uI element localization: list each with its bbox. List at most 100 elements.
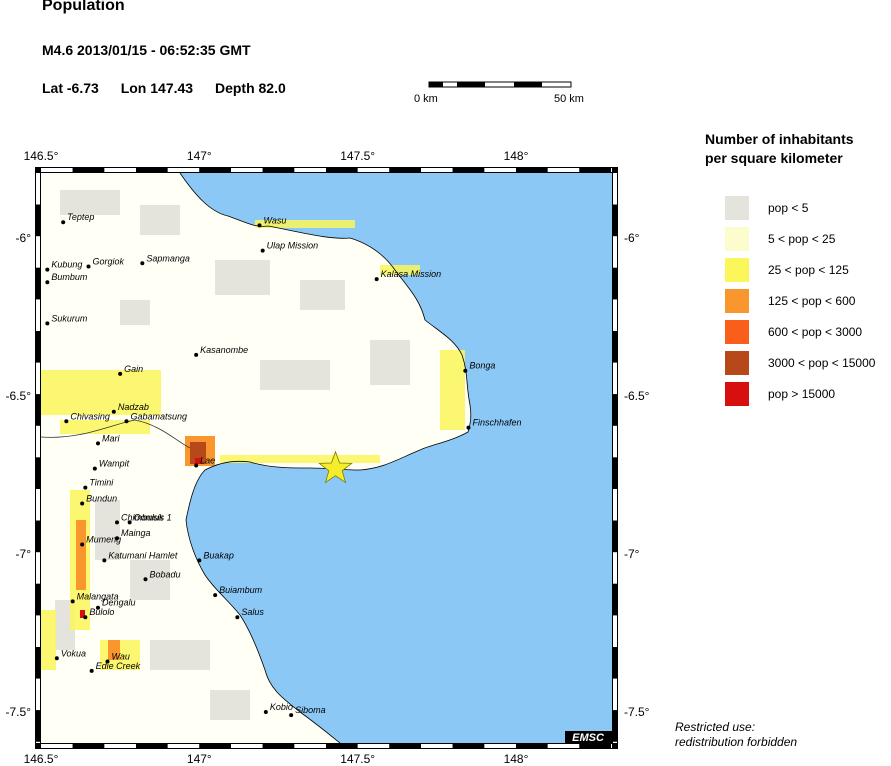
frame-segment: [613, 678, 617, 711]
frame-segment: [613, 552, 617, 584]
place-label: Gain: [124, 364, 143, 374]
place-label: Buiambum: [219, 585, 263, 595]
lon-tick-label-bottom: 147°: [187, 752, 212, 766]
legend-item: pop > 15000: [725, 382, 835, 406]
frame-segment: [613, 394, 617, 426]
frame-segment: [613, 362, 617, 395]
lat-tick-label-left: -7°: [16, 547, 32, 561]
frame-segment: [36, 457, 40, 489]
frame-segment: [613, 236, 617, 268]
place-label: Wampit: [99, 459, 130, 469]
restriction-line1: Restricted use:: [675, 720, 756, 734]
lon-tick-label-bottom: 146.5°: [24, 752, 59, 766]
place-dot: [124, 419, 129, 424]
legend-label: pop > 15000: [768, 387, 836, 401]
frame-segment: [36, 204, 40, 237]
place-dot: [197, 558, 202, 563]
place-dot: [80, 501, 85, 506]
frame-segment: [36, 741, 40, 743]
legend-item: pop < 5: [725, 196, 808, 220]
place-label: Bonga: [469, 361, 495, 371]
legend-title-line1: Number of inhabitants: [705, 131, 854, 147]
place-dot: [263, 710, 268, 714]
restriction-line2: redistribution forbidden: [675, 735, 798, 749]
frame-segment: [231, 744, 263, 748]
frame-segment: [104, 744, 136, 748]
frame-segment: [72, 744, 105, 748]
frame-segment: [613, 520, 617, 553]
frame-segment: [36, 489, 40, 521]
frame-segment: [36, 583, 40, 616]
frame-segment: [613, 710, 617, 742]
frame-segment: [452, 168, 485, 172]
place-dot: [45, 280, 50, 285]
frame-segment: [421, 168, 453, 172]
lon-tick-label-bottom: 147.5°: [340, 752, 375, 766]
frame-segment: [294, 744, 326, 748]
frame-segment: [613, 457, 617, 489]
frame-segment: [389, 744, 421, 748]
place-dot: [83, 485, 88, 490]
frame-segment: [36, 647, 40, 679]
place-label: Kalasa Mission: [381, 269, 442, 279]
lat-tick-label-right: -7.5°: [624, 705, 650, 719]
place-dot: [64, 419, 69, 424]
legend-swatch: [725, 258, 749, 282]
place-dot: [257, 223, 262, 228]
place-label: Kasanombe: [200, 345, 248, 355]
place-dot: [140, 261, 145, 266]
legend-label: 600 < pop < 3000: [768, 325, 863, 339]
frame-segment: [579, 168, 611, 172]
frame-segment: [199, 168, 231, 172]
place-label: Edie Creek: [96, 661, 141, 671]
legend-title-line2: per square kilometer: [705, 150, 843, 166]
frame-segment: [613, 425, 617, 458]
frame-segment: [547, 168, 580, 172]
place-dot: [54, 656, 59, 661]
frame-segment: [421, 744, 453, 748]
frame-segment: [136, 168, 168, 172]
frame-segment: [36, 425, 40, 458]
place-dot: [92, 466, 97, 471]
frame-segment: [516, 744, 548, 748]
place-label: Mari: [102, 433, 120, 443]
frame-segment: [452, 744, 485, 748]
frame-segment: [167, 168, 200, 172]
legend-swatch: [725, 227, 749, 251]
frame-segment: [357, 744, 390, 748]
legend-title: Number of inhabitants per square kilomet…: [705, 130, 854, 168]
place-dot: [61, 220, 66, 225]
frame-segment: [36, 362, 40, 395]
place-dot: [463, 368, 468, 373]
frame-segment: [613, 615, 617, 647]
place-label: Kobio: [270, 702, 293, 712]
frame-segment: [547, 744, 580, 748]
lat-tick-label-left: -6°: [16, 231, 32, 245]
legend-label: 125 < pop < 600: [768, 294, 856, 308]
frame-segment: [36, 710, 40, 742]
place-dot: [235, 615, 240, 620]
place-label: Bundun: [86, 493, 117, 503]
place-label: Kubung: [51, 260, 82, 270]
frame-segment: [36, 394, 40, 426]
place-label: Vokua: [61, 648, 86, 658]
lon-tick-label-top: 146.5°: [24, 149, 59, 163]
frame-segment: [36, 520, 40, 553]
place-label: Katumani Hamlet: [108, 550, 178, 560]
legend-swatch: [725, 351, 749, 375]
frame-segment: [199, 744, 231, 748]
lat-tick-label-left: -7.5°: [6, 705, 32, 719]
place-dot: [374, 277, 379, 282]
place-label: Timini: [89, 478, 114, 488]
legend-item: 5 < pop < 25: [725, 227, 835, 251]
frame-segment: [262, 744, 295, 748]
frame-segment: [613, 267, 617, 300]
place-label: Sukurum: [51, 313, 88, 323]
frame-segment: [167, 744, 200, 748]
watermark-label: EMSC: [572, 732, 605, 744]
place-label: Gabamatsung: [131, 411, 188, 421]
place-label: Bobadu: [150, 569, 181, 579]
legend-swatch: [725, 320, 749, 344]
legend-label: pop < 5: [768, 201, 809, 215]
frame-segment: [613, 173, 617, 205]
